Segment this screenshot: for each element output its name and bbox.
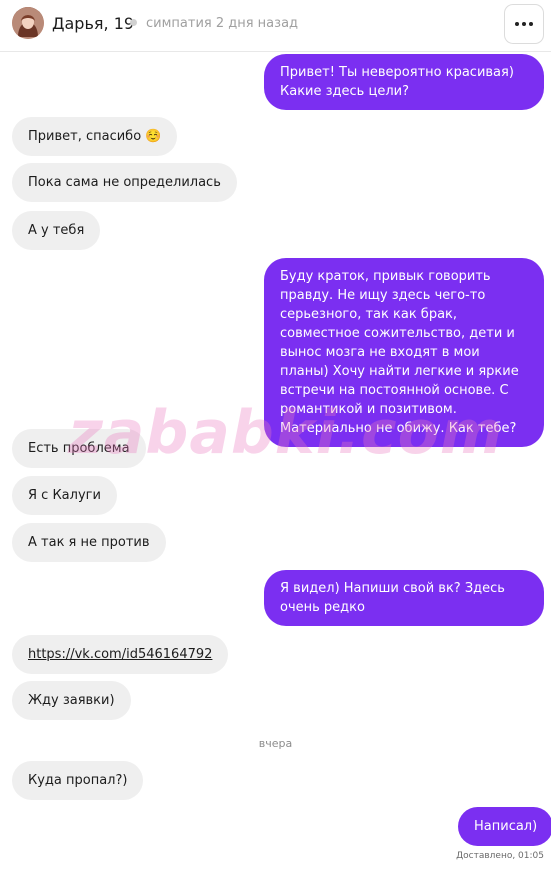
avatar[interactable] [12, 7, 44, 39]
message-incoming[interactable]: Жду заявки) [12, 681, 131, 720]
separator-dot [130, 19, 137, 26]
message-incoming[interactable]: Есть проблема [12, 429, 146, 468]
message-outgoing[interactable]: Привет! Ты невероятно красивая) Какие зд… [264, 54, 544, 110]
message-incoming[interactable]: А так я не против [12, 523, 166, 562]
message-incoming[interactable]: https://vk.com/id546164792 [12, 635, 229, 674]
message-text: Буду краток, привык говорить правду. Не … [280, 269, 519, 436]
message-text: Есть проблема [28, 441, 130, 456]
delivery-status: Доставлено, 01:05 [456, 851, 544, 861]
more-horizontal-icon [515, 22, 519, 26]
message-text: Я с Калуги [28, 488, 101, 503]
message-outgoing[interactable]: Написал) [458, 807, 551, 846]
message-text: Я видел) Напиши свой вк? Здесь очень ред… [280, 581, 505, 615]
contact-name[interactable]: Дарья, 19 [52, 14, 134, 33]
chat-header: Дарья, 19 симпатия 2 дня назад [0, 0, 551, 52]
message-text: Написал) [474, 819, 538, 834]
message-outgoing[interactable]: Буду краток, привык говорить правду. Не … [264, 258, 544, 447]
match-time: симпатия 2 дня назад [146, 16, 299, 31]
message-text: Куда пропал?) [28, 773, 128, 788]
message-outgoing[interactable]: Я видел) Напиши свой вк? Здесь очень ред… [264, 570, 544, 626]
vk-link[interactable]: https://vk.com/id546164792 [28, 647, 212, 662]
message-text: Жду заявки) [28, 693, 115, 708]
more-options-button[interactable] [504, 4, 544, 44]
message-text: А у тебя [28, 223, 85, 238]
message-text: Привет, спасибо ☺️ [28, 129, 162, 144]
day-separator: вчера [258, 737, 293, 750]
message-incoming[interactable]: Привет, спасибо ☺️ [12, 117, 178, 156]
message-incoming[interactable]: Я с Калуги [12, 476, 117, 515]
message-text: Привет! Ты невероятно красивая) Какие зд… [280, 65, 514, 99]
message-incoming[interactable]: Пока сама не определилась [12, 163, 237, 202]
message-text: А так я не против [28, 535, 150, 550]
message-incoming[interactable]: Куда пропал?) [12, 761, 144, 800]
message-text: Пока сама не определилась [28, 175, 221, 190]
message-incoming[interactable]: А у тебя [12, 211, 101, 250]
